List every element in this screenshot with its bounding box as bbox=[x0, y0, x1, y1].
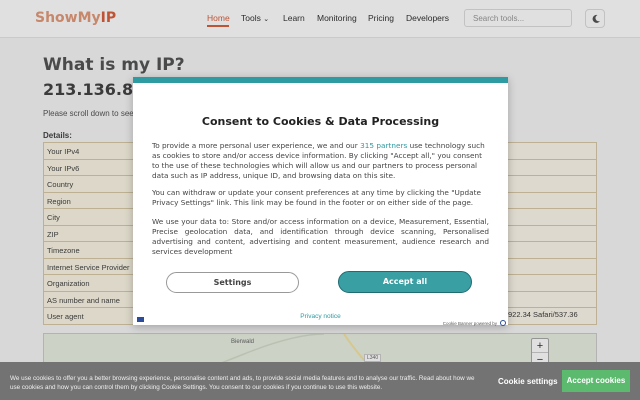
accept-cookies-button[interactable]: Accept cookies bbox=[562, 370, 630, 392]
consent-modal: Consent to Cookies & Data Processing To … bbox=[133, 77, 508, 326]
cookie-banner-logo-icon bbox=[500, 320, 506, 326]
partners-link[interactable]: 315 partners bbox=[360, 141, 407, 150]
privacy-notice-link[interactable]: Privacy notice bbox=[133, 313, 508, 320]
cookie-settings-button[interactable]: Cookie settings bbox=[498, 377, 558, 386]
powered-by-text: Cookie Banner powered by bbox=[442, 321, 497, 326]
consent-paragraph-1: To provide a more personal user experien… bbox=[152, 141, 489, 181]
cookie-bar: We use cookies to offer you a better bro… bbox=[0, 362, 640, 400]
consent-paragraph-3: We use your data to: Store and/or access… bbox=[152, 217, 489, 256]
accept-all-button[interactable]: Accept all bbox=[338, 271, 472, 293]
language-flag-icon[interactable] bbox=[137, 317, 144, 322]
consent-text: To provide a more personal user experien… bbox=[152, 141, 361, 150]
modal-title: Consent to Cookies & Data Processing bbox=[201, 115, 440, 128]
consent-paragraph-2: You can withdraw or update your consent … bbox=[152, 188, 481, 207]
settings-button[interactable]: Settings bbox=[166, 272, 299, 293]
cookie-bar-text: We use cookies to offer you a better bro… bbox=[10, 375, 475, 391]
user-agent-value-visible: 922.34 Safari/537.36 bbox=[508, 310, 578, 319]
